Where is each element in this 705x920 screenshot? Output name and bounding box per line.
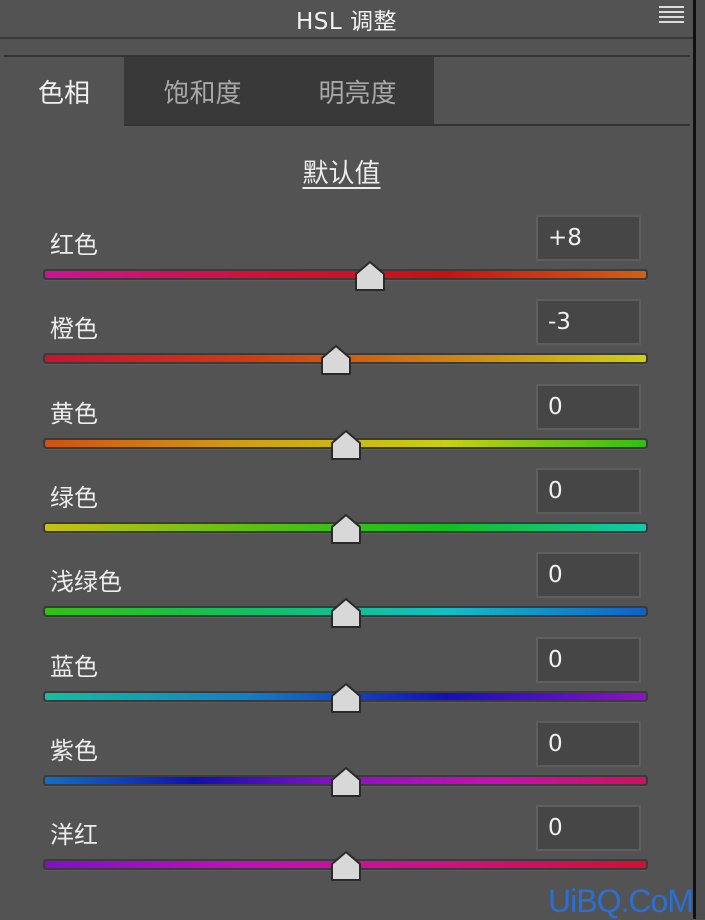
value-input-red[interactable]: +8 bbox=[536, 215, 641, 261]
tab-hue[interactable]: 色相 bbox=[4, 57, 124, 125]
header-divider bbox=[0, 37, 693, 39]
slider-row-aqua: 浅绿色 0 bbox=[0, 552, 693, 636]
hamburger-menu-icon[interactable] bbox=[659, 6, 684, 24]
slider-row-magenta: 洋红 0 bbox=[0, 805, 693, 889]
tabs-bottom-divider bbox=[124, 124, 690, 126]
slider-thumb-blue[interactable] bbox=[330, 682, 362, 713]
slider-row-red: 红色 +8 bbox=[0, 215, 693, 299]
default-link[interactable]: 默认值 bbox=[0, 153, 683, 190]
slider-thumb-yellow[interactable] bbox=[330, 429, 362, 460]
slider-label-red: 红色 bbox=[50, 231, 98, 259]
panel-header: HSL 调整 bbox=[0, 0, 693, 38]
slider-thumb-green[interactable] bbox=[330, 513, 362, 544]
slider-row-blue: 蓝色 0 bbox=[0, 636, 693, 721]
slider-label-yellow: 黄色 bbox=[50, 399, 98, 428]
slider-row-purple: 紫色 0 bbox=[0, 720, 693, 805]
tab-bar: 色相 饱和度 明亮度 bbox=[4, 57, 690, 125]
slider-label-blue: 蓝色 bbox=[50, 652, 98, 681]
slider-row-green: 绿色 0 bbox=[0, 467, 693, 552]
watermark: UiBQ.CoM bbox=[548, 883, 694, 919]
slider-thumb-purple[interactable] bbox=[330, 766, 362, 797]
value-input-aqua[interactable]: 0 bbox=[536, 552, 641, 599]
value-input-yellow[interactable]: 0 bbox=[536, 383, 641, 430]
slider-row-yellow: 黄色 0 bbox=[0, 383, 693, 468]
value-input-magenta[interactable]: 0 bbox=[536, 805, 641, 852]
slider-gradient-red bbox=[45, 271, 646, 278]
slider-thumb-aqua[interactable] bbox=[330, 598, 362, 629]
slider-thumb-red[interactable] bbox=[354, 261, 386, 291]
slider-track-red[interactable] bbox=[43, 269, 648, 280]
value-input-orange[interactable]: -3 bbox=[536, 299, 641, 346]
value-input-green[interactable]: 0 bbox=[536, 467, 641, 514]
slider-label-orange: 橙色 bbox=[50, 315, 98, 344]
slider-label-purple: 紫色 bbox=[50, 736, 98, 765]
tab-saturation[interactable]: 饱和度 bbox=[124, 57, 281, 125]
value-input-blue[interactable]: 0 bbox=[536, 636, 641, 683]
slider-thumb-magenta[interactable] bbox=[330, 851, 362, 882]
slider-label-magenta: 洋红 bbox=[50, 821, 98, 850]
slider-label-green: 绿色 bbox=[50, 483, 98, 512]
slider-thumb-orange[interactable] bbox=[320, 345, 352, 376]
value-input-purple[interactable]: 0 bbox=[536, 720, 641, 767]
tab-luminance[interactable]: 明亮度 bbox=[281, 57, 434, 125]
hsl-panel: HSL 调整 色相 饱和度 明亮度 默认值 红色 +8 橙色 -3 黄色 0 绿色 0 浅绿色 0… bbox=[0, 0, 694, 919]
panel-title: HSL 调整 bbox=[295, 9, 398, 35]
slider-row-orange: 橙色 -3 bbox=[0, 299, 693, 383]
panel-right-strip bbox=[696, 0, 705, 919]
slider-label-aqua: 浅绿色 bbox=[50, 568, 122, 597]
